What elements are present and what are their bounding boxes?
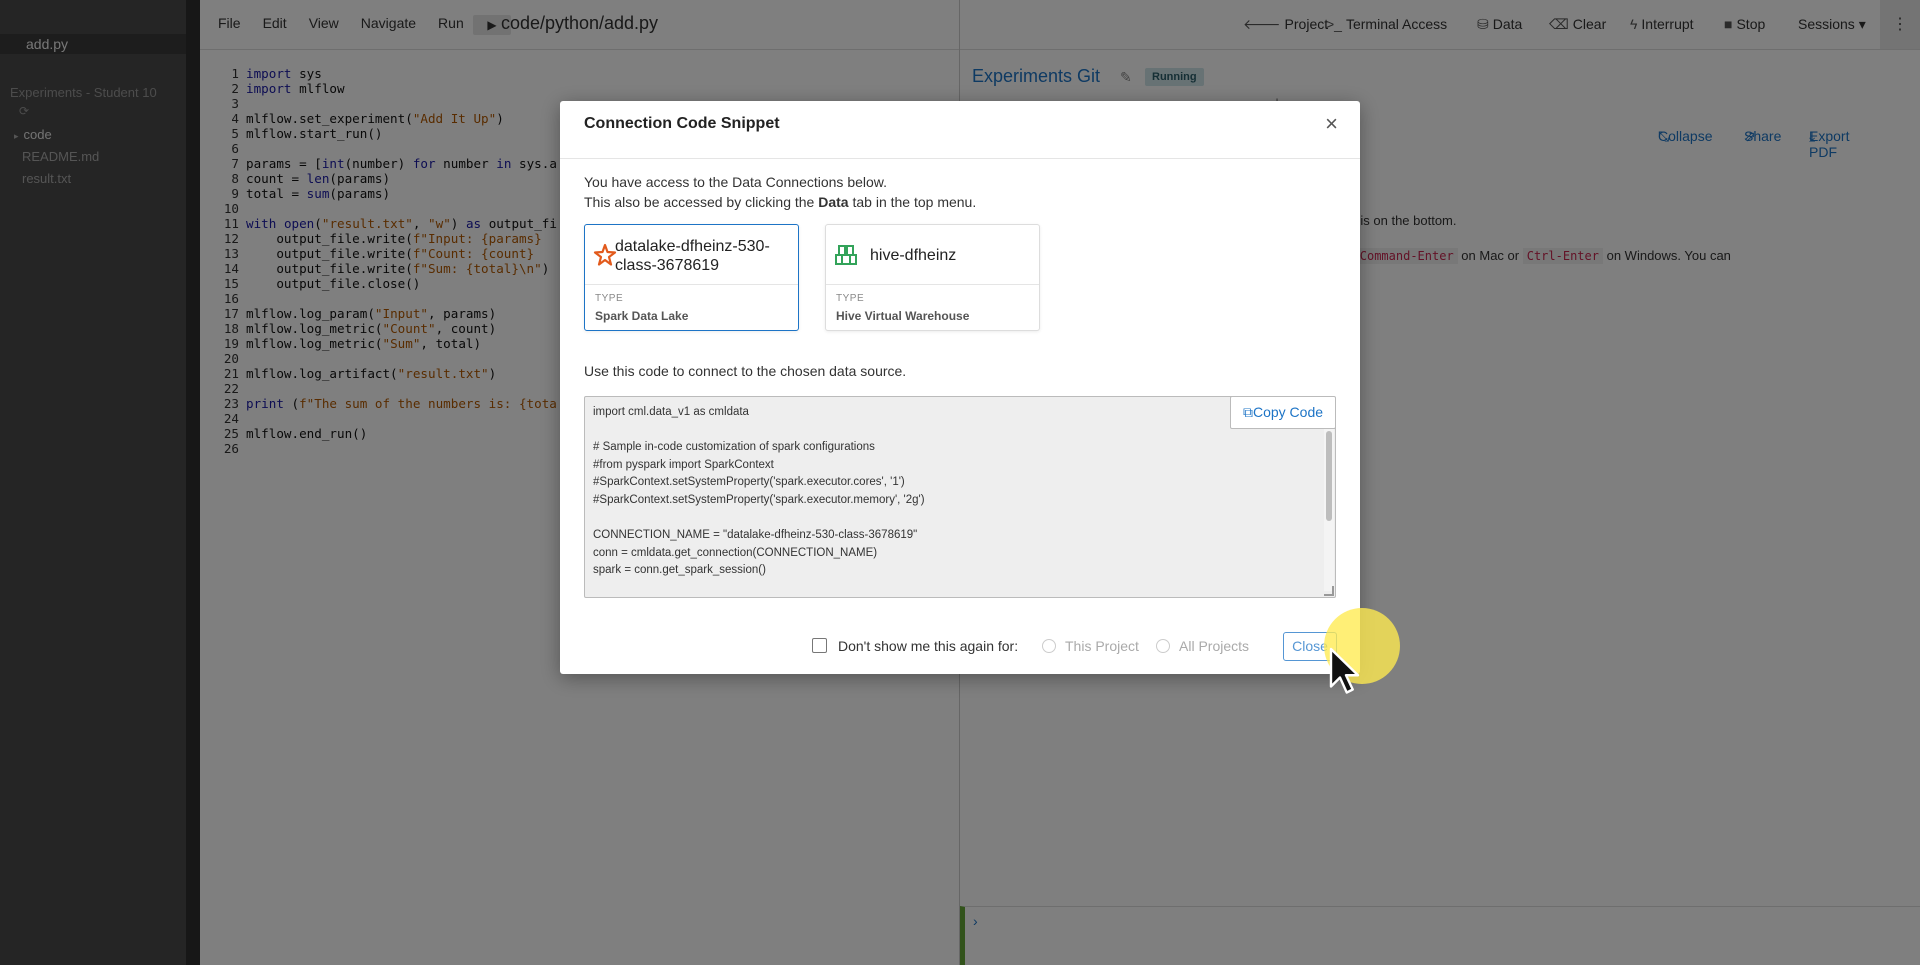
spark-icon [593,243,617,266]
snippet-line [593,422,925,440]
hive-icon [835,245,857,265]
connection-card-spark[interactable]: datalake-dfheinz-530-class-3678619 TYPE … [584,224,799,331]
snippet-line: #SparkContext.setSystemProperty('spark.e… [593,476,905,489]
connection-name: hive-dfheinz [870,247,957,264]
copy-code-button[interactable]: ⧉Copy Code [1230,397,1335,429]
snippet-line: # Sample in-code customization of spark … [593,441,875,454]
radio-all-projects-label: All Projects [1179,638,1250,654]
use-code-text: Use this code to connect to the chosen d… [584,363,907,379]
type-label: TYPE [836,293,865,304]
code-snippet-box[interactable]: import cml.data_v1 as cmldata # Sample i… [584,396,1336,598]
mouse-cursor-icon [1329,647,1360,694]
dont-show-label: Don't show me this again for: [838,638,1019,654]
type-value: Hive Virtual Warehouse [836,309,970,323]
snippet-line: conn = cmldata.get_connection(CONNECTION… [593,546,878,559]
type-label: TYPE [595,293,624,304]
intro-line-1: You have access to the Data Connections … [584,174,888,190]
close-icon[interactable]: × [1325,111,1338,137]
copy-icon: ⧉ [1242,404,1253,420]
dont-show-checkbox[interactable] [812,638,827,653]
connection-snippet-modal: Connection Code Snippet × You have acces… [560,101,1360,674]
modal-intro: You have access to the Data Connections … [584,172,976,212]
copy-code-label: Copy Code [1252,404,1324,420]
intro-line-2: This also be accessed by clicking the Da… [584,192,976,212]
card-top: datalake-dfheinz-530-class-3678619 [585,225,798,285]
radio-this-project-label: This Project [1065,638,1139,654]
snippet-line: import cml.data_v1 as cmldata [593,406,749,418]
radio-all-projects[interactable] [1156,639,1170,653]
intro-text: This also be accessed by clicking the [584,194,819,210]
intro-bold: Data [818,194,849,210]
intro-text: tab in the top menu. [848,194,977,210]
resize-handle-icon[interactable] [1324,586,1334,596]
card-top: hive-dfheinz [826,225,1039,285]
snippet-line: #from pyspark import SparkContext [593,458,774,471]
snippet-lines: import cml.data_v1 as cmldata # Sample i… [593,404,925,580]
connection-card-hive[interactable]: hive-dfheinz TYPE Hive Virtual Warehouse [825,224,1040,331]
radio-this-project[interactable] [1042,639,1056,653]
snippet-line: #SparkContext.setSystemProperty('spark.e… [593,493,925,506]
type-value: Spark Data Lake [595,309,689,323]
modal-header: Connection Code Snippet × [560,101,1360,159]
snippet-line [593,510,925,528]
connection-name: datalake-dfheinz-530-class-3678619 [615,238,770,274]
snippet-line: CONNECTION_NAME = "datalake-dfheinz-530-… [593,529,918,542]
snippet-scroll-thumb[interactable] [1326,431,1332,521]
modal-title: Connection Code Snippet [584,115,780,132]
snippet-line: spark = conn.get_spark_session() [593,564,766,577]
